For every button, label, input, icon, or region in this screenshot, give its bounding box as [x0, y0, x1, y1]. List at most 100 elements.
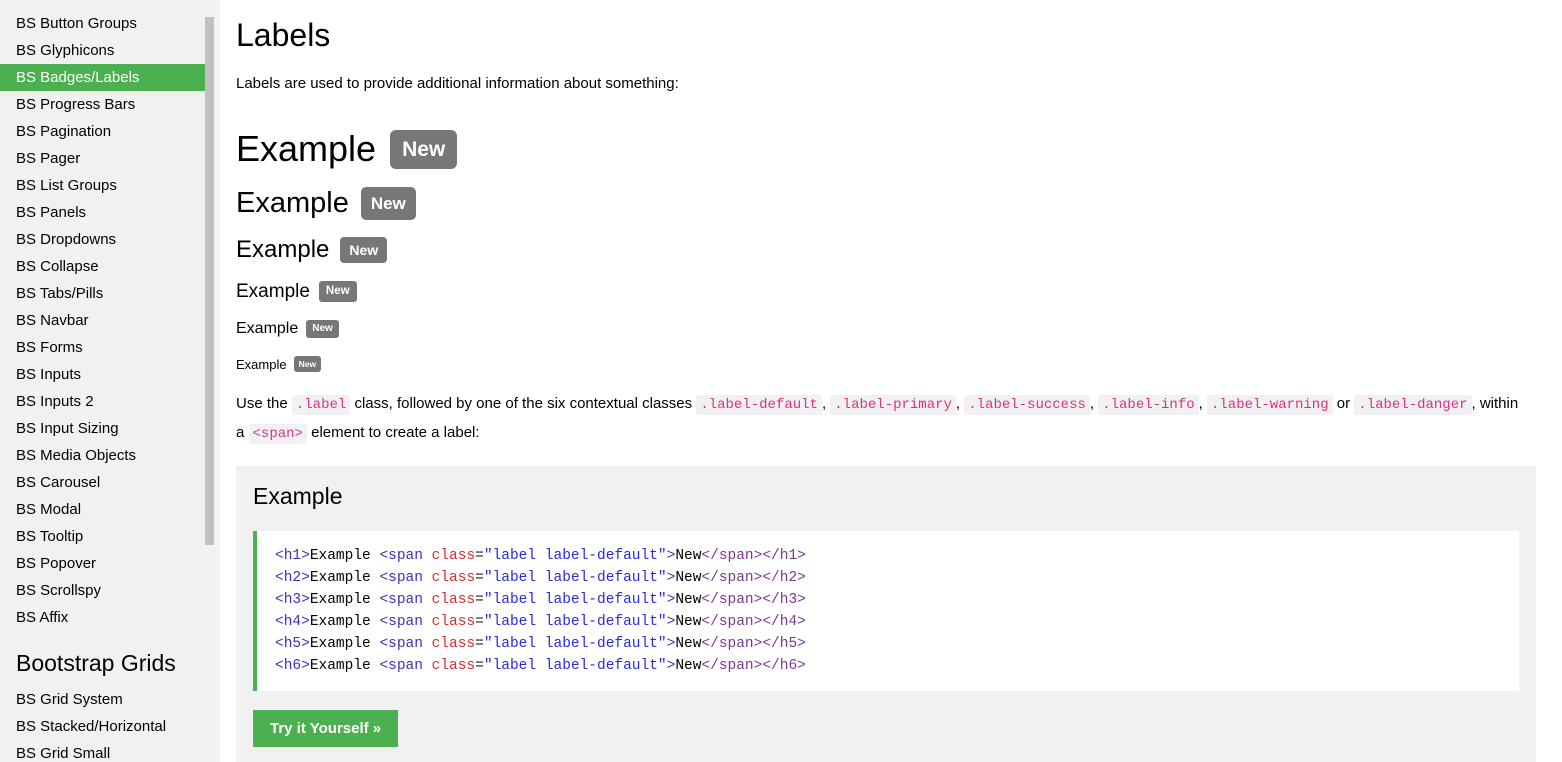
code-attr-name: class — [432, 592, 476, 608]
sidebar-item-bs-pagination[interactable]: BS Pagination — [0, 118, 220, 145]
code-text: Example — [310, 658, 380, 674]
sidebar-item-bs-glyphicons[interactable]: BS Glyphicons — [0, 37, 220, 64]
sidebar-item-bs-pager[interactable]: BS Pager — [0, 145, 220, 172]
code-attr-value: "label label-default" — [484, 592, 667, 608]
list-item: BS Pagination — [0, 118, 220, 145]
sidebar-item-bs-navbar[interactable]: BS Navbar — [0, 307, 220, 334]
sidebar-grid-list: BS Grid SystemBS Stacked/HorizontalBS Gr… — [0, 686, 220, 762]
code-span-open: <span — [379, 614, 431, 630]
code-gt: > — [667, 570, 676, 586]
code-close-tag: </h3> — [762, 592, 806, 608]
code-close-tag: </h4> — [762, 614, 806, 630]
sidebar-item-bs-scrollspy[interactable]: BS Scrollspy — [0, 577, 220, 604]
list-item: BS Collapse — [0, 253, 220, 280]
list-item: BS Badges/Labels — [0, 64, 220, 91]
code-open-tag: <h6> — [275, 658, 310, 674]
label-badge-default: New — [319, 281, 357, 303]
code-attr-value: "label label-default" — [484, 548, 667, 564]
demo-heading-text: Example — [236, 128, 376, 170]
sidebar-item-bs-inputs-2[interactable]: BS Inputs 2 — [0, 388, 220, 415]
sidebar-scrollbar-thumb[interactable] — [205, 17, 214, 545]
sidebar-item-bs-inputs[interactable]: BS Inputs — [0, 361, 220, 388]
sidebar-item-bs-grid-system[interactable]: BS Grid System — [0, 686, 220, 713]
code-inner-text: New — [675, 548, 701, 564]
code-attr-value: "label label-default" — [484, 570, 667, 586]
code-attr-name: class — [432, 570, 476, 586]
list-item: BS Tooltip — [0, 523, 220, 550]
usage-sep-4: , — [1199, 395, 1207, 412]
sidebar-item-bs-list-groups[interactable]: BS List Groups — [0, 172, 220, 199]
code-gt: > — [667, 548, 676, 564]
list-item: BS Stacked/Horizontal — [0, 713, 220, 740]
sidebar-item-bs-popover[interactable]: BS Popover — [0, 550, 220, 577]
usage-sep-3: , — [1090, 395, 1098, 412]
sidebar: BS Button GroupsBS GlyphiconsBS Badges/L… — [0, 0, 220, 762]
sidebar-item-bs-panels[interactable]: BS Panels — [0, 199, 220, 226]
demo-heading-text: Example — [236, 187, 349, 220]
sidebar-item-bs-media-objects[interactable]: BS Media Objects — [0, 442, 220, 469]
code-span-close: </span> — [701, 548, 762, 564]
main-content: Labels Labels are used to provide additi… — [220, 0, 1562, 762]
sidebar-item-bs-tabs-pills[interactable]: BS Tabs/Pills — [0, 280, 220, 307]
list-item: BS Affix — [0, 604, 220, 631]
code-text: Example — [310, 592, 380, 608]
code-label: .label — [292, 395, 350, 415]
list-item: BS Dropdowns — [0, 226, 220, 253]
list-item: BS Navbar — [0, 307, 220, 334]
sidebar-item-bs-input-sizing[interactable]: BS Input Sizing — [0, 415, 220, 442]
sidebar-item-bs-dropdowns[interactable]: BS Dropdowns — [0, 226, 220, 253]
code-inner-text: New — [675, 658, 701, 674]
sidebar-item-bs-progress-bars[interactable]: BS Progress Bars — [0, 91, 220, 118]
code-open-tag: <h2> — [275, 570, 310, 586]
sidebar-item-bs-affix[interactable]: BS Affix — [0, 604, 220, 631]
list-item: BS Pager — [0, 145, 220, 172]
label-badge-default: New — [390, 130, 457, 169]
sidebar-item-bs-button-groups[interactable]: BS Button Groups — [0, 10, 220, 37]
demo-heading-text: Example — [236, 320, 298, 338]
sidebar-item-bs-carousel[interactable]: BS Carousel — [0, 469, 220, 496]
list-item: BS Tabs/Pills — [0, 280, 220, 307]
usage-text-1: Use the — [236, 395, 292, 412]
code-span-open: <span — [379, 636, 431, 652]
try-it-yourself-button[interactable]: Try it Yourself » — [253, 710, 398, 747]
list-item: BS Panels — [0, 199, 220, 226]
sidebar-edge — [214, 0, 220, 762]
sidebar-item-bs-stacked-horizontal[interactable]: BS Stacked/Horizontal — [0, 713, 220, 740]
code-equals: = — [475, 658, 484, 674]
sidebar-item-bs-modal[interactable]: BS Modal — [0, 496, 220, 523]
list-item: BS Forms — [0, 334, 220, 361]
code-line: <h3>Example <span class="label label-def… — [275, 589, 1507, 611]
code-gt: > — [667, 592, 676, 608]
sidebar-section-heading: Bootstrap Grids — [0, 631, 220, 686]
demo-heading-text: Example — [236, 357, 287, 372]
sidebar-item-bs-collapse[interactable]: BS Collapse — [0, 253, 220, 280]
sidebar-item-bs-grid-small[interactable]: BS Grid Small — [0, 740, 220, 762]
label-badge-default: New — [306, 320, 339, 338]
list-item: BS Button Groups — [0, 10, 220, 37]
usage-text-2: class, followed by one of the six contex… — [350, 395, 696, 412]
label-badge-default: New — [294, 356, 321, 373]
code-attr-name: class — [432, 548, 476, 564]
code-attr-value: "label label-default" — [484, 636, 667, 652]
code-inner-text: New — [675, 570, 701, 586]
code-inner-text: New — [675, 636, 701, 652]
sidebar-item-bs-badges-labels[interactable]: BS Badges/Labels — [0, 64, 205, 91]
code-span-open: <span — [379, 548, 431, 564]
code-equals: = — [475, 614, 484, 630]
code-text: Example — [310, 548, 380, 564]
code-span-close: </span> — [701, 636, 762, 652]
sidebar-nav-list: BS Button GroupsBS GlyphiconsBS Badges/L… — [0, 10, 220, 631]
code-gt: > — [667, 636, 676, 652]
list-item: BS Modal — [0, 496, 220, 523]
demo-heading-text: Example — [236, 281, 310, 303]
example-panel: Example <h1>Example <span class="label l… — [236, 466, 1536, 762]
usage-sep-2: , — [956, 395, 964, 412]
list-item: BS Grid System — [0, 686, 220, 713]
sidebar-item-bs-forms[interactable]: BS Forms — [0, 334, 220, 361]
sidebar-item-bs-tooltip[interactable]: BS Tooltip — [0, 523, 220, 550]
label-demo-row-h1: Example New — [236, 120, 1536, 178]
code-attr-name: class — [432, 658, 476, 674]
label-demo-row-h5: Example New — [236, 311, 1536, 346]
code-open-tag: <h4> — [275, 614, 310, 630]
code-close-tag: </h2> — [762, 570, 806, 586]
